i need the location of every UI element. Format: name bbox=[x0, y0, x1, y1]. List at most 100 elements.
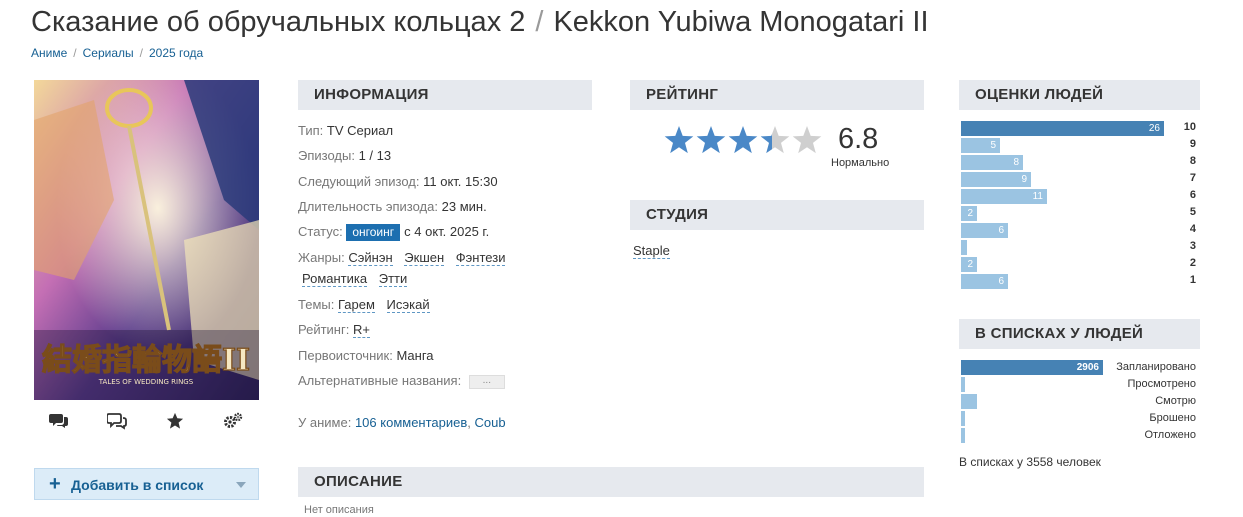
score-label: 7 bbox=[1189, 172, 1196, 184]
info-source-row: Первоисточник: Манга bbox=[298, 348, 434, 363]
status-badge: онгоинг bbox=[346, 224, 401, 241]
rating-star-icon bbox=[664, 126, 694, 154]
studio-heading: СТУДИЯ bbox=[630, 200, 924, 230]
info-key: Тип: bbox=[298, 123, 324, 138]
breadcrumb-separator: / bbox=[73, 46, 77, 60]
scores-heading: ОЦЕНКИ ЛЮДЕЙ bbox=[959, 80, 1200, 110]
breadcrumb-anime[interactable]: Аниме bbox=[31, 46, 67, 60]
page-title: Сказание об обручальных кольцах 2 / Kekkon… bbox=[31, 6, 929, 39]
list-bar bbox=[961, 411, 965, 426]
info-key: Следующий эпизод: bbox=[298, 174, 420, 189]
age-rating-tag[interactable]: R+ bbox=[352, 322, 370, 338]
breadcrumb-year[interactable]: 2025 года bbox=[149, 46, 203, 60]
rating-star-icon bbox=[696, 126, 726, 154]
info-rating-row: Рейтинг: R+ bbox=[298, 322, 378, 338]
info-about-row: У аниме: 106 комментариев, Coub bbox=[298, 415, 506, 430]
lists-heading: В СПИСКАХ У ЛЮДЕЙ bbox=[959, 319, 1200, 349]
info-key: Статус: bbox=[298, 224, 343, 239]
rating-star-icon bbox=[760, 126, 790, 154]
info-key: Длительность эпизода: bbox=[298, 199, 438, 214]
rating-star-icon bbox=[728, 126, 758, 154]
score-label: 8 bbox=[1189, 155, 1196, 167]
info-key: У аниме: bbox=[298, 415, 352, 430]
coub-link[interactable]: Coub bbox=[475, 415, 506, 430]
title-ru: Сказание об обручальных кольцах 2 bbox=[31, 6, 526, 38]
list-label: Брошено bbox=[1149, 412, 1196, 424]
info-type-row: Тип: TV Сериал bbox=[298, 123, 393, 138]
info-heading: ИНФОРМАЦИЯ bbox=[298, 80, 592, 110]
genre-tag[interactable]: Сэйнэн bbox=[348, 250, 393, 266]
genre-tag[interactable]: Романтика bbox=[302, 271, 368, 287]
alt-names-expand-button[interactable]: ... bbox=[468, 374, 505, 389]
add-to-list-label: Добавить в список bbox=[71, 477, 204, 493]
list-label: Отложено bbox=[1144, 429, 1196, 441]
info-key: Эпизоды: bbox=[298, 148, 355, 163]
score-label: 3 bbox=[1189, 240, 1196, 252]
description-heading: ОПИСАНИЕ bbox=[298, 467, 924, 497]
rating-stars bbox=[664, 124, 824, 163]
comma: , bbox=[467, 415, 471, 430]
title-romaji: Kekkon Yubiwa Monogatari II bbox=[553, 6, 929, 38]
breadcrumb: Аниме / Сериалы / 2025 года bbox=[31, 46, 203, 60]
score-label: 5 bbox=[1189, 206, 1196, 218]
score-label: 6 bbox=[1189, 189, 1196, 201]
list-label: Запланировано bbox=[1116, 361, 1196, 373]
info-key: Жанры: bbox=[298, 250, 345, 265]
title-separator: / bbox=[535, 6, 544, 38]
list-label: Смотрю bbox=[1155, 395, 1196, 407]
info-genres-row-2: Романтика Этти bbox=[302, 271, 415, 287]
poster-logo-text: 結婚指輪物語II bbox=[42, 343, 250, 378]
info-key: Рейтинг: bbox=[298, 322, 350, 337]
list-bar: 2906 bbox=[961, 360, 1103, 375]
list-bar bbox=[961, 428, 965, 443]
theme-tag[interactable]: Гарем bbox=[337, 297, 375, 313]
poster-actions bbox=[34, 412, 259, 434]
rating-heading: РЕЙТИНГ bbox=[630, 80, 924, 110]
settings-gears-icon[interactable] bbox=[223, 412, 243, 432]
score-label: 4 bbox=[1189, 223, 1196, 235]
list-label: Просмотрено bbox=[1127, 378, 1196, 390]
comments-icon[interactable] bbox=[49, 412, 69, 432]
rating-label: Нормально bbox=[831, 157, 890, 169]
info-value: 23 мин. bbox=[441, 199, 487, 214]
rating-star-icon bbox=[792, 126, 822, 154]
score-label: 2 bbox=[1189, 257, 1196, 269]
list-bar bbox=[961, 394, 977, 409]
score-label: 1 bbox=[1189, 274, 1196, 286]
list-bar bbox=[961, 377, 965, 392]
info-status-row: Статус: онгоинг с 4 окт. 2025 г. bbox=[298, 224, 489, 241]
studio-link[interactable]: Staple bbox=[633, 243, 670, 259]
comments-link[interactable]: 106 комментариев bbox=[355, 415, 467, 430]
genre-tag[interactable]: Экшен bbox=[404, 250, 445, 266]
info-key: Темы: bbox=[298, 297, 335, 312]
info-key: Альтернативные названия: bbox=[298, 373, 462, 388]
add-to-list-button[interactable]: + Добавить в список bbox=[34, 468, 259, 500]
genre-tag[interactable]: Фэнтези bbox=[455, 250, 506, 266]
rating-score: 6.8 bbox=[838, 123, 879, 155]
info-next-episode-row: Следующий эпизод: 11 окт. 15:30 bbox=[298, 174, 498, 189]
info-value: 11 окт. 15:30 bbox=[423, 174, 498, 189]
score-label: 9 bbox=[1189, 138, 1196, 150]
info-alt-names-row: Альтернативные названия: ... bbox=[298, 373, 505, 389]
favorite-star-icon[interactable] bbox=[165, 412, 185, 432]
info-value: с 4 окт. 2025 г. bbox=[404, 224, 490, 239]
info-themes-row: Темы: Гарем Исэкай bbox=[298, 297, 438, 313]
genre-tag[interactable]: Этти bbox=[378, 271, 408, 287]
score-label: 10 bbox=[1183, 121, 1196, 133]
info-key: Первоисточник: bbox=[298, 348, 393, 363]
poster-image[interactable]: 結婚指輪物語II TALES OF WEDDING RINGS bbox=[34, 80, 259, 400]
info-episodes-row: Эпизоды: 1 / 13 bbox=[298, 148, 391, 163]
theme-tag[interactable]: Исэкай bbox=[386, 297, 430, 313]
info-genres-row: Жанры: Сэйнэн Экшен Фэнтези bbox=[298, 250, 513, 266]
discussion-icon[interactable] bbox=[107, 412, 127, 432]
breadcrumb-series[interactable]: Сериалы bbox=[83, 46, 134, 60]
lists-total: В списках у 3558 человек bbox=[959, 455, 1101, 469]
chevron-down-icon[interactable] bbox=[236, 482, 246, 488]
plus-icon: + bbox=[49, 473, 61, 495]
info-value: 1 / 13 bbox=[358, 148, 392, 163]
breadcrumb-separator: / bbox=[139, 46, 143, 60]
poster-logo-subtitle: TALES OF WEDDING RINGS bbox=[98, 378, 194, 386]
info-value: Манга bbox=[396, 348, 434, 363]
description-text: Нет описания bbox=[304, 504, 374, 516]
info-value: TV Сериал bbox=[326, 123, 394, 138]
